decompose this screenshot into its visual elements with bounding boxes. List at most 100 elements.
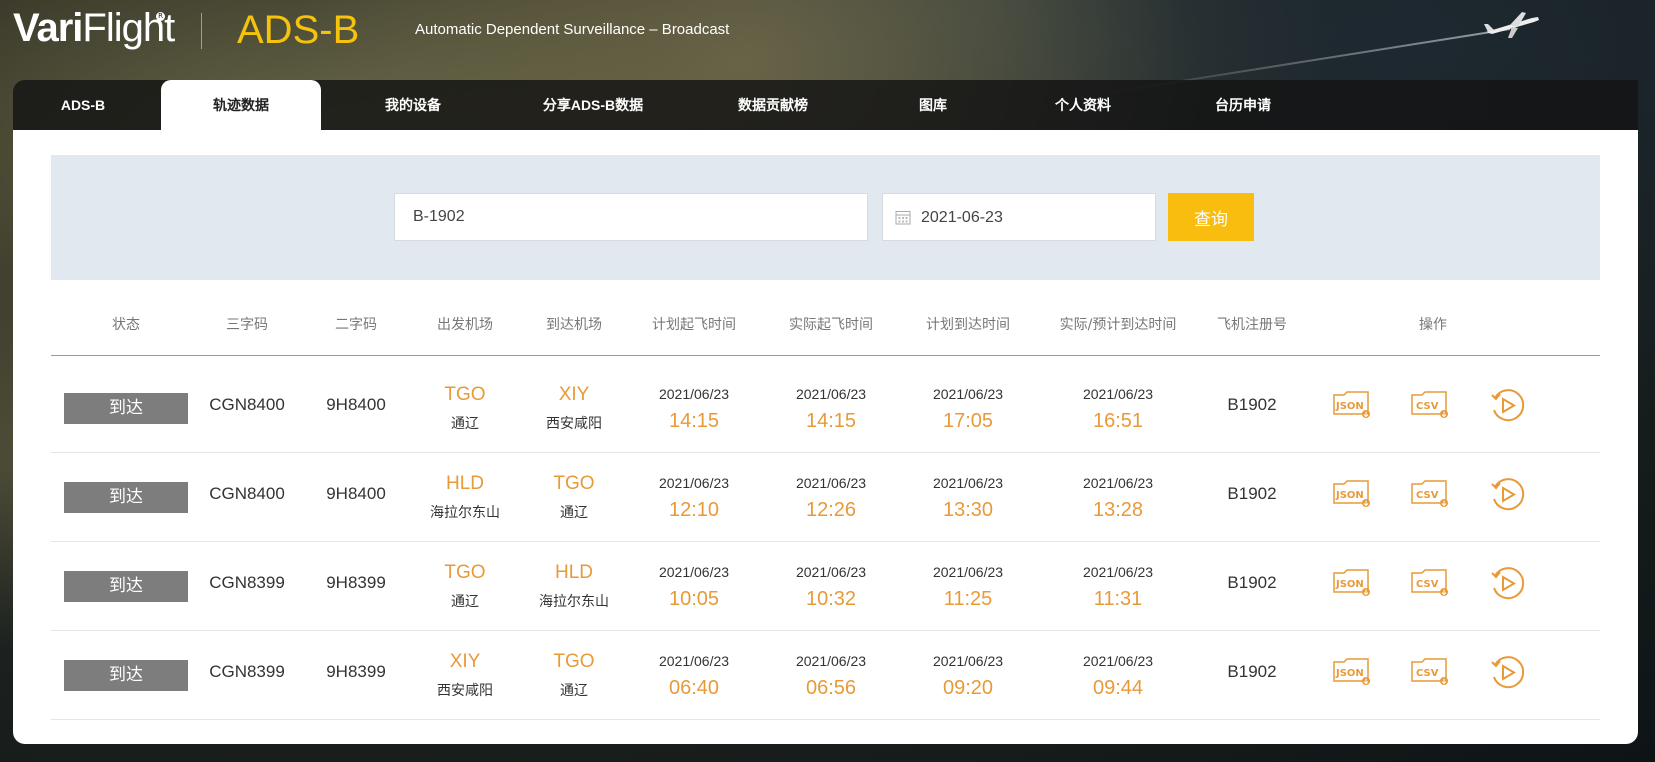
header-icao-code: 三字码 [226, 317, 268, 333]
header-iata-code: 二字码 [335, 317, 377, 333]
content-panel: 查询 状态 三字码 二字码 出发机场 到达机场 计划起飞时间 实际起飞时间 计划… [13, 130, 1638, 744]
actual-arrival-date: 2021/06/23 [1082, 653, 1154, 669]
actual-arrival-date: 2021/06/23 [1082, 386, 1154, 402]
registration-number: B1902 [1227, 484, 1277, 503]
header-divider [201, 13, 202, 49]
playback-icon[interactable] [1489, 477, 1525, 513]
csv-download-icon[interactable]: CSV [1410, 655, 1450, 687]
scheduled-arrival-time: 17:05 [942, 410, 994, 432]
nav-item-adsb[interactable]: ADS-B [33, 80, 133, 130]
svg-text:JSON: JSON [1335, 401, 1364, 412]
iata-flight-number: 9H8399 [326, 662, 386, 681]
scheduled-departure-date: 2021/06/23 [658, 653, 730, 669]
scheduled-arrival-time: 13:30 [942, 499, 994, 521]
actual-arrival-date: 2021/06/23 [1082, 475, 1154, 491]
actual-departure-time: 10:32 [805, 588, 857, 610]
registration-number: B1902 [1227, 573, 1277, 592]
status-badge: 到达 [64, 660, 188, 691]
scheduled-departure-time: 12:10 [668, 499, 720, 521]
header-status: 状态 [112, 317, 140, 333]
airplane-icon [1484, 12, 1539, 38]
table-row: 到达 CGN8400 9H8400 TGO 通辽 XIY 西安咸阳 2021/0… [51, 364, 1600, 453]
header-actions: 操作 [1419, 317, 1447, 333]
svg-text:JSON: JSON [1335, 490, 1364, 501]
date-input[interactable] [919, 194, 1143, 242]
table-row: 到达 CGN8399 9H8399 XIY 西安咸阳 TGO 通辽 2021/0… [51, 631, 1600, 720]
header-actual-arrival: 实际/预计到达时间 [1059, 317, 1177, 333]
json-download-icon[interactable]: JSON [1332, 566, 1372, 598]
icao-flight-number: CGN8400 [209, 484, 285, 503]
iata-flight-number: 9H8400 [326, 395, 386, 414]
svg-text:CSV: CSV [1416, 490, 1439, 501]
icao-flight-number: CGN8399 [209, 573, 285, 592]
scheduled-departure-date: 2021/06/23 [658, 475, 730, 491]
scheduled-arrival-time: 11:25 [943, 588, 993, 610]
status-badge: 到达 [64, 393, 188, 424]
actual-departure-date: 2021/06/23 [795, 475, 867, 491]
variflight-logo[interactable]: VariFlight [13, 8, 175, 48]
table-row: 到达 CGN8399 9H8399 TGO 通辽 HLD 海拉尔东山 2021/… [51, 542, 1600, 631]
nav-item-my-devices[interactable]: 我的设备 [353, 80, 473, 130]
json-download-icon[interactable]: JSON [1332, 388, 1372, 420]
arrival-code: TGO [553, 473, 595, 494]
arrival-code: TGO [553, 651, 595, 672]
scheduled-departure-time: 14:15 [668, 410, 720, 432]
header-actual-departure: 实际起飞时间 [789, 317, 873, 333]
actual-departure-time: 12:26 [805, 499, 857, 521]
arrival-name: 海拉尔东山 [539, 594, 609, 610]
svg-text:CSV: CSV [1416, 579, 1439, 590]
scheduled-arrival-date: 2021/06/23 [932, 653, 1004, 669]
status-badge: 到达 [64, 571, 188, 602]
registration-number: B1902 [1227, 662, 1277, 681]
scheduled-arrival-date: 2021/06/23 [932, 564, 1004, 580]
icao-flight-number: CGN8400 [209, 395, 285, 414]
registration-input[interactable] [394, 193, 868, 241]
header-scheduled-departure: 计划起飞时间 [652, 317, 736, 333]
csv-download-icon[interactable]: CSV [1410, 388, 1450, 420]
brand-title: ADS-B [237, 8, 360, 52]
arrival-name: 通辽 [560, 505, 588, 521]
scheduled-arrival-time: 09:20 [942, 677, 994, 699]
actual-departure-time: 06:56 [805, 677, 857, 699]
actual-arrival-time: 11:31 [1093, 588, 1143, 610]
csv-download-icon[interactable]: CSV [1410, 566, 1450, 598]
svg-text:CSV: CSV [1416, 668, 1439, 679]
actual-departure-time: 14:15 [805, 410, 857, 432]
brand-subtitle: Automatic Dependent Surveillance – Broad… [415, 21, 730, 38]
csv-download-icon[interactable]: CSV [1410, 477, 1450, 509]
scheduled-arrival-date: 2021/06/23 [932, 386, 1004, 402]
departure-code: TGO [444, 384, 486, 405]
iata-flight-number: 9H8399 [326, 573, 386, 592]
departure-code: HLD [445, 473, 485, 494]
svg-text:JSON: JSON [1335, 668, 1364, 679]
playback-icon[interactable] [1489, 566, 1525, 602]
departure-name: 通辽 [451, 416, 479, 432]
departure-name: 西安咸阳 [437, 683, 493, 699]
playback-icon[interactable] [1489, 388, 1525, 424]
svg-text:CSV: CSV [1416, 401, 1439, 412]
header-scheduled-arrival: 计划到达时间 [926, 317, 1010, 333]
playback-icon[interactable] [1489, 655, 1525, 691]
query-button[interactable]: 查询 [1168, 193, 1254, 241]
calendar-icon [895, 211, 911, 225]
iata-flight-number: 9H8400 [326, 484, 386, 503]
status-badge: 到达 [64, 482, 188, 513]
registration-number: B1902 [1227, 395, 1277, 414]
nav-item-contribution-rank[interactable]: 数据贡献榜 [713, 80, 833, 130]
nav-item-gallery[interactable]: 图库 [893, 80, 973, 130]
main-nav: ADS-B 轨迹数据 我的设备 分享ADS-B数据 数据贡献榜 图库 个人资料 … [13, 80, 1638, 131]
nav-item-calendar-apply[interactable]: 台历申请 [1183, 80, 1303, 130]
nav-item-profile[interactable]: 个人资料 [1023, 80, 1143, 130]
arrival-code: XIY [558, 384, 590, 405]
scheduled-departure-time: 06:40 [668, 677, 720, 699]
date-field[interactable] [882, 193, 1156, 242]
scheduled-arrival-date: 2021/06/23 [932, 475, 1004, 491]
json-download-icon[interactable]: JSON [1332, 477, 1372, 509]
nav-item-share-data[interactable]: 分享ADS-B数据 [513, 80, 673, 130]
json-download-icon[interactable]: JSON [1332, 655, 1372, 687]
nav-item-track-data[interactable]: 轨迹数据 [161, 80, 321, 131]
actual-arrival-time: 09:44 [1092, 677, 1144, 699]
header-registration: 飞机注册号 [1217, 317, 1287, 333]
header-arrival-airport: 到达机场 [546, 317, 602, 333]
actual-arrival-time: 13:28 [1092, 499, 1144, 521]
